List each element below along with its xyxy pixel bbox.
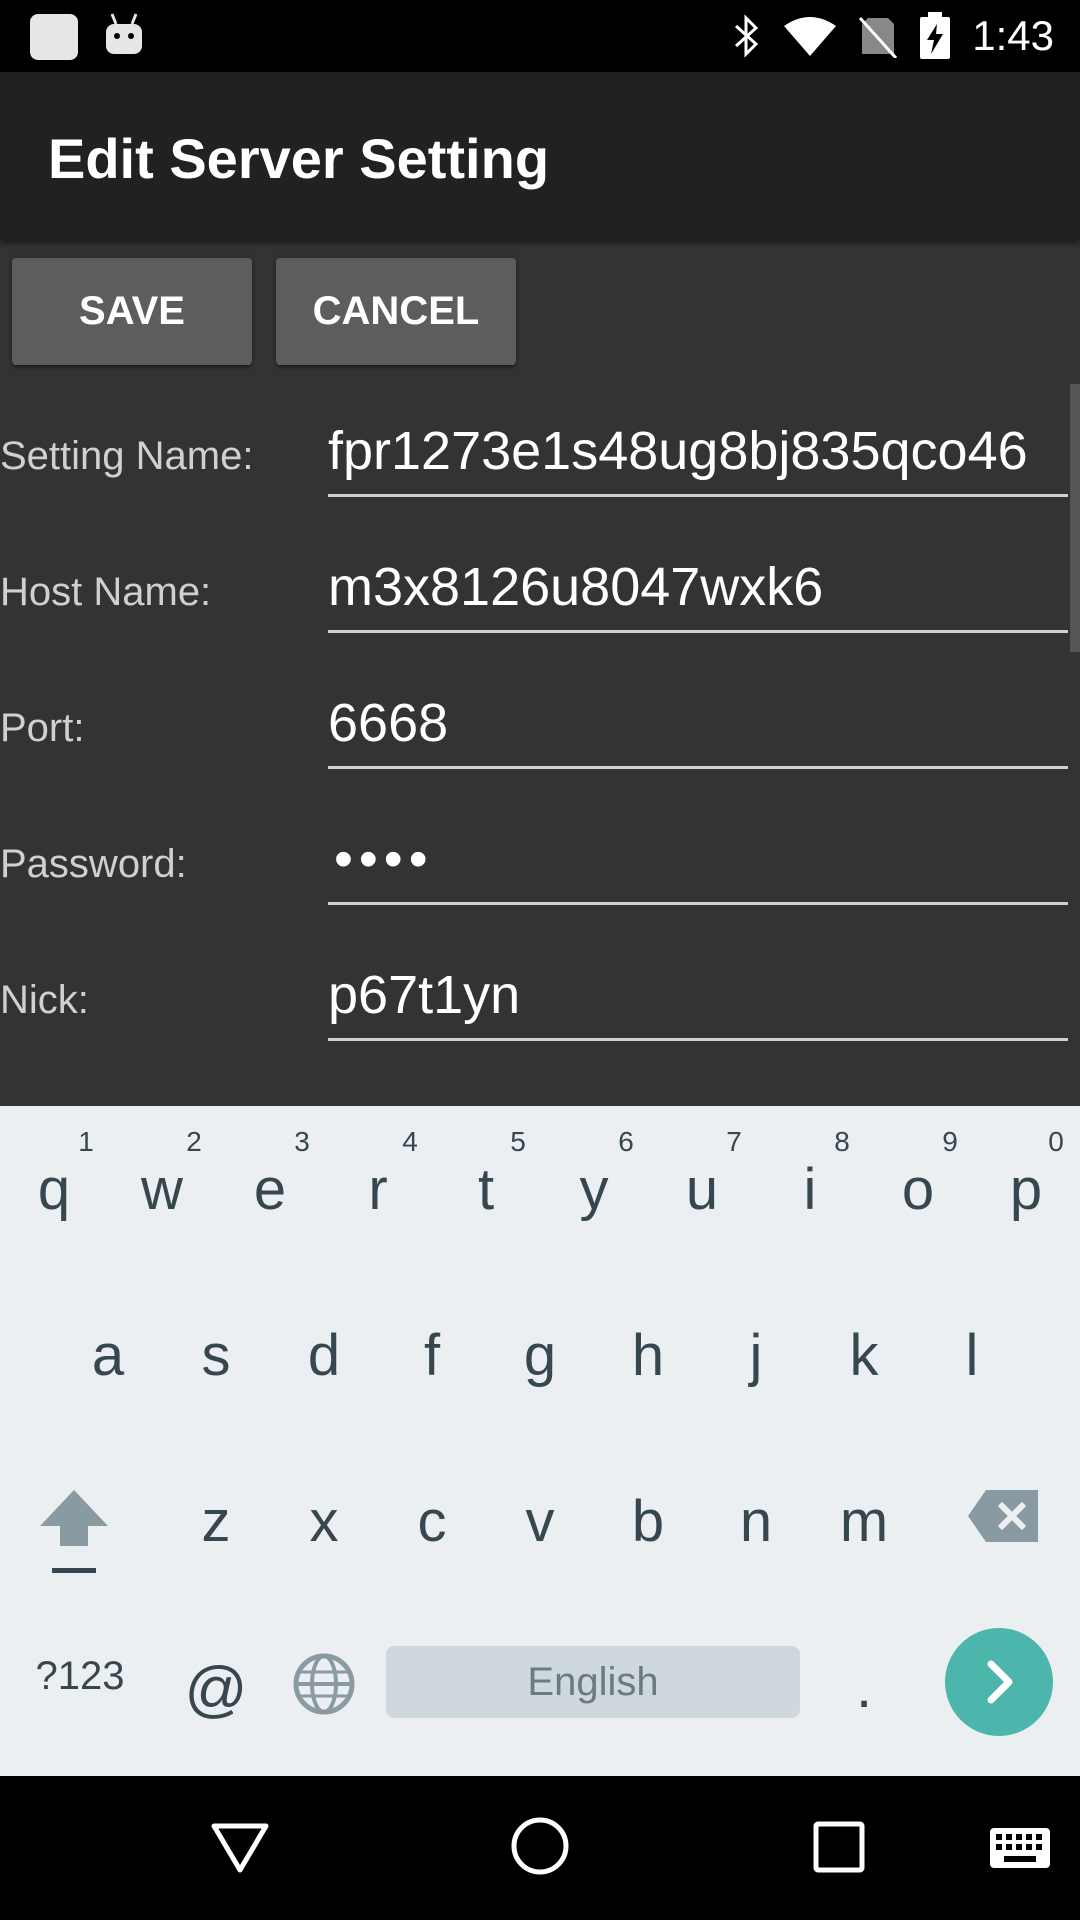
key-j[interactable]: j — [706, 1322, 806, 1389]
hint-1: 1 — [78, 1126, 94, 1157]
setting-name-field[interactable]: fpr1273e1s48ug8bj835qco46 — [328, 420, 1068, 497]
hint-6: 6 — [618, 1126, 634, 1157]
key-z[interactable]: z — [166, 1488, 266, 1555]
host-name-value: m3x8126u8047wxk6 — [328, 557, 824, 617]
key-l[interactable]: l — [922, 1322, 1022, 1389]
no-sim-icon — [858, 16, 898, 58]
setting-name-label: Setting Name: — [0, 434, 254, 478]
password-value: •••• — [334, 829, 434, 889]
key-t[interactable]: t — [436, 1156, 536, 1223]
bluetooth-icon — [734, 14, 759, 58]
key-o[interactable]: o — [868, 1156, 968, 1223]
hint-0: 0 — [1048, 1126, 1064, 1157]
nick-field[interactable]: p67t1yn — [328, 964, 1068, 1041]
port-value: 6668 — [328, 693, 449, 753]
home-icon[interactable] — [510, 1816, 570, 1876]
key-y[interactable]: y — [544, 1156, 644, 1223]
at-key[interactable]: @ — [166, 1654, 266, 1725]
key-s[interactable]: s — [166, 1322, 266, 1389]
globe-icon[interactable] — [292, 1652, 356, 1716]
key-w[interactable]: w — [112, 1156, 212, 1223]
port-field[interactable]: 6668 — [328, 692, 1068, 769]
chevron-right-icon — [987, 1660, 1013, 1704]
space-bar[interactable]: English — [386, 1646, 800, 1718]
key-x[interactable]: x — [274, 1488, 374, 1555]
key-c[interactable]: c — [382, 1488, 482, 1555]
key-d[interactable]: d — [274, 1322, 374, 1389]
page-title: Edit Server Setting — [48, 127, 550, 190]
key-g[interactable]: g — [490, 1322, 590, 1389]
hint-9: 9 — [942, 1126, 958, 1157]
hint-8: 8 — [834, 1126, 850, 1157]
backspace-icon[interactable] — [966, 1488, 1042, 1544]
go-button[interactable] — [945, 1628, 1053, 1736]
app-bar: Edit Server Setting — [0, 72, 1080, 240]
cancel-button[interactable]: CANCEL — [276, 258, 516, 365]
key-u[interactable]: u — [652, 1156, 752, 1223]
scrollbar[interactable] — [1070, 384, 1080, 652]
key-p[interactable]: p — [976, 1156, 1076, 1223]
hint-2: 2 — [186, 1126, 202, 1157]
save-button[interactable]: SAVE — [12, 258, 252, 365]
battery-charging-icon — [920, 12, 950, 59]
key-i[interactable]: i — [760, 1156, 860, 1223]
host-name-label: Host Name: — [0, 570, 212, 614]
wifi-icon — [784, 17, 836, 56]
key-a[interactable]: a — [58, 1322, 158, 1389]
key-b[interactable]: b — [598, 1488, 698, 1555]
key-m[interactable]: m — [814, 1488, 914, 1555]
key-k[interactable]: k — [814, 1322, 914, 1389]
back-icon[interactable] — [210, 1820, 270, 1876]
password-field[interactable]: •••• — [328, 828, 1068, 905]
hint-5: 5 — [510, 1126, 526, 1157]
key-e[interactable]: e — [220, 1156, 320, 1223]
password-label: Password: — [0, 842, 187, 886]
key-h[interactable]: h — [598, 1322, 698, 1389]
key-n[interactable]: n — [706, 1488, 806, 1555]
host-name-field[interactable]: m3x8126u8047wxk6 — [328, 556, 1068, 633]
hint-3: 3 — [294, 1126, 310, 1157]
period-key[interactable]: . — [814, 1654, 914, 1721]
android-icon — [104, 12, 144, 56]
recents-icon[interactable] — [812, 1820, 866, 1874]
key-q[interactable]: q — [4, 1156, 104, 1223]
setting-name-value: fpr1273e1s48ug8bj835qco46 — [328, 421, 1028, 481]
clock: 1:43 — [972, 12, 1054, 59]
nick-label: Nick: — [0, 978, 89, 1022]
key-f[interactable]: f — [382, 1322, 482, 1389]
keyboard-switch-icon[interactable] — [988, 1826, 1052, 1870]
port-label: Port: — [0, 706, 85, 750]
hint-7: 7 — [726, 1126, 742, 1157]
hint-4: 4 — [402, 1126, 418, 1157]
key-r[interactable]: r — [328, 1156, 428, 1223]
shift-key[interactable] — [36, 1488, 112, 1578]
key-v[interactable]: v — [490, 1488, 590, 1555]
status-bar: 1:43 — [0, 0, 1080, 72]
symbols-key[interactable]: ?123 — [30, 1654, 130, 1699]
notification-square-icon — [30, 14, 78, 60]
navigation-bar — [0, 1776, 1080, 1920]
nick-value: p67t1yn — [328, 965, 521, 1025]
